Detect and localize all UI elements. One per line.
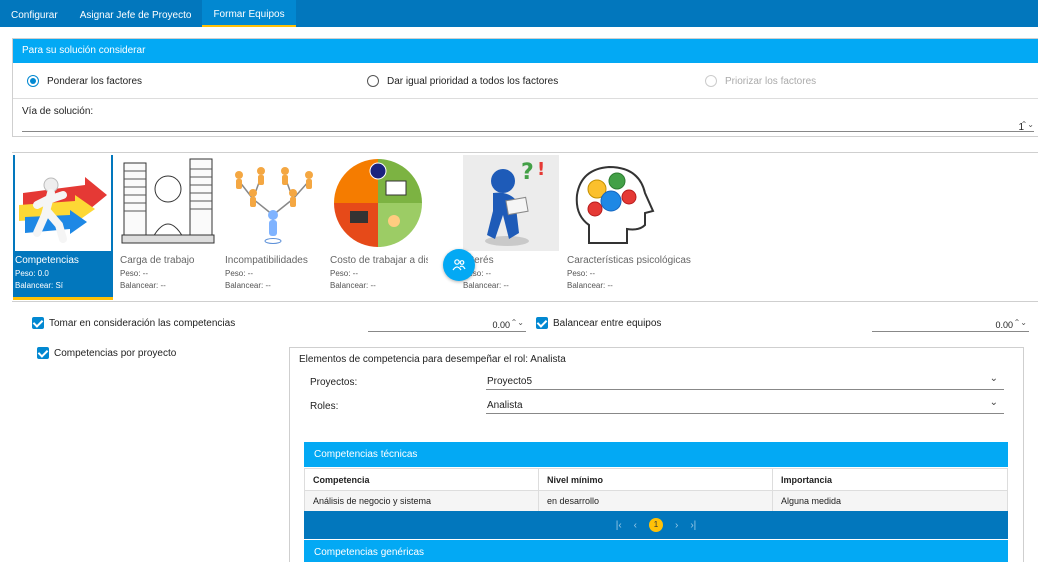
consider-competencias-label: Tomar en consideración las competencias [49, 317, 236, 329]
radio-priorizar-label: Priorizar los factores [725, 75, 817, 87]
tab-formar-equipos[interactable]: Formar Equipos [202, 0, 296, 27]
via-solucion-spinner-icon[interactable]: ⌃⌄ [1021, 120, 1034, 129]
table-pager: |‹ ‹ 1 › ›| [304, 511, 1008, 539]
factor-name: Competencias [15, 255, 79, 266]
factor-competencias[interactable]: Competencias Peso: 0.0 Balancear: Sí [13, 155, 113, 300]
network-people-icon [225, 155, 321, 251]
svg-text:!: ! [537, 159, 545, 180]
generic-competencies-header: Competencias genéricas [304, 540, 1008, 562]
factor-weight: Peso: -- [120, 269, 149, 278]
factor-name: Características psicológicas [567, 255, 691, 266]
radio-priorizar: Priorizar los factores [705, 75, 816, 87]
balance-teams-row[interactable]: Balancear entre equipos [536, 317, 661, 329]
factor-caracteristicas[interactable]: Características psicológicas Peso: -- Ba… [565, 155, 695, 300]
factor-balance: Balancear: -- [120, 281, 166, 290]
chevron-down-icon[interactable]: ⌄ [990, 397, 998, 408]
tab-asignar-jefe[interactable]: Asignar Jefe de Proyecto [69, 0, 203, 27]
factor-incompatibilidades[interactable]: Incompatibilidades Peso: -- Balancear: -… [223, 155, 323, 300]
spinner-icon[interactable]: ⌃⌄ [1014, 318, 1027, 327]
running-man-arrows-icon [15, 155, 111, 251]
per-project-row[interactable]: Competencias por proyecto [37, 347, 176, 359]
table-cell: en desarrollo [538, 490, 773, 512]
table-row[interactable]: Análisis de negocio y sistema en desarro… [304, 490, 1008, 512]
via-solucion-label: Vía de solución: [22, 106, 94, 117]
projects-label: Proyectos: [310, 377, 358, 388]
balance-weight-input[interactable]: 0.00 ⌃⌄ [872, 318, 1029, 332]
chevron-down-icon[interactable]: ⌄ [990, 373, 998, 384]
factor-carga-trabajo[interactable]: Carga de trabajo Peso: -- Balancear: -- [118, 155, 218, 300]
team-fab-button[interactable] [443, 249, 475, 281]
solution-panel-title: Para su solución considerar [13, 39, 1038, 63]
next-page-icon[interactable]: › [675, 520, 678, 531]
technical-competencies-header: Competencias técnicas [304, 442, 1008, 467]
radio-igual-prioridad-button[interactable] [367, 75, 379, 87]
balance-teams-checkbox[interactable] [536, 317, 548, 329]
via-solucion-input[interactable]: 1 ⌃⌄ [22, 118, 1034, 133]
factor-name: Incompatibilidades [225, 255, 308, 266]
table-cell: Análisis de negocio y sistema [304, 490, 539, 512]
svg-text:?: ? [521, 160, 534, 185]
first-page-icon[interactable]: |‹ [616, 520, 622, 531]
roles-value: Analista [487, 400, 523, 411]
question-figure-icon: ? ! [463, 155, 559, 251]
factor-weight: Peso: 0.0 [15, 269, 49, 278]
factor-name: Interés [463, 255, 494, 266]
people-icon [452, 259, 466, 271]
factor-weight: Peso: -- [330, 269, 359, 278]
panel-divider [13, 98, 1038, 99]
factor-weight: Peso: -- [225, 269, 254, 278]
table-header-row: Competencia Nivel mínimo Importancia [304, 468, 1008, 491]
factors-strip: Competencias Peso: 0.0 Balancear: Sí Car… [12, 152, 1038, 302]
column-header[interactable]: Importancia [772, 468, 1008, 491]
consider-weight-value: 0.00 [492, 320, 510, 330]
column-header[interactable]: Nivel mínimo [538, 468, 773, 491]
head-gears-icon [565, 155, 661, 251]
overloaded-worker-icon [120, 155, 216, 251]
balance-weight-value: 0.00 [995, 320, 1013, 330]
factor-balance: Balancear: -- [330, 281, 376, 290]
projects-value: Proyecto5 [487, 376, 533, 387]
radio-igual-prioridad-label: Dar igual prioridad a todos los factores [387, 75, 559, 87]
factor-name: Carga de trabajo [120, 255, 195, 266]
consider-competencias-checkbox[interactable] [32, 317, 44, 329]
consider-weight-input[interactable]: 0.00 ⌃⌄ [368, 318, 526, 332]
table-cell: Alguna medida [772, 490, 1008, 512]
factor-balance: Balancear: Sí [15, 281, 64, 290]
roles-select[interactable]: Analista ⌄ [486, 397, 1004, 414]
current-page[interactable]: 1 [649, 518, 663, 532]
detail-title: Elementos de competencia para desempeñar… [299, 354, 566, 365]
projects-select[interactable]: Proyecto5 ⌄ [486, 373, 1004, 390]
last-page-icon[interactable]: ›| [690, 520, 696, 531]
prev-page-icon[interactable]: ‹ [634, 520, 637, 531]
balance-teams-label: Balancear entre equipos [553, 317, 662, 329]
factor-balance: Balancear: -- [225, 281, 271, 290]
radio-ponderar[interactable]: Ponderar los factores [27, 75, 142, 87]
solution-panel: Para su solución considerar Ponderar los… [12, 38, 1038, 137]
technical-competencies-table: Competencia Nivel mínimo Importancia Aná… [304, 468, 1008, 512]
tab-configurar[interactable]: Configurar [0, 0, 69, 27]
per-project-label: Competencias por proyecto [54, 347, 177, 359]
factor-balance: Balancear: -- [567, 281, 613, 290]
factor-name: Costo de trabajar a distancia [330, 255, 428, 266]
factor-balance: Balancear: -- [463, 281, 509, 290]
radio-igual-prioridad[interactable]: Dar igual prioridad a todos los factores [367, 75, 558, 87]
factor-interes[interactable]: ? ! Interés Peso: -- Balancear: -- [461, 155, 561, 300]
radio-priorizar-button [705, 75, 717, 87]
factor-weight: Peso: -- [463, 269, 492, 278]
remote-work-icon [330, 155, 426, 251]
factor-costo-distancia[interactable]: Costo de trabajar a distancia Peso: -- B… [328, 155, 428, 300]
consider-competencias-row[interactable]: Tomar en consideración las competencias [32, 317, 235, 329]
spinner-icon[interactable]: ⌃⌄ [511, 318, 524, 327]
top-tab-bar: Configurar Asignar Jefe de Proyecto Form… [0, 0, 1038, 27]
factor-weight: Peso: -- [567, 269, 596, 278]
radio-ponderar-label: Ponderar los factores [47, 75, 143, 87]
roles-label: Roles: [310, 401, 339, 412]
radio-ponderar-button[interactable] [27, 75, 39, 87]
competency-detail-panel: Elementos de competencia para desempeñar… [289, 347, 1024, 562]
per-project-checkbox[interactable] [37, 347, 49, 359]
column-header[interactable]: Competencia [304, 468, 539, 491]
